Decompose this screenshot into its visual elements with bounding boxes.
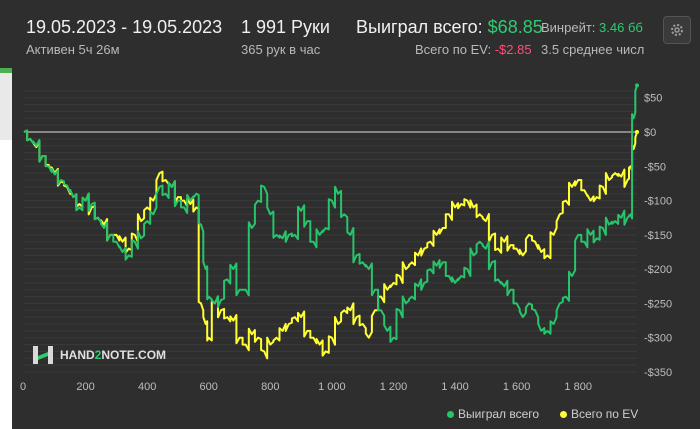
y-tick-label: -$150 <box>644 230 672 242</box>
y-tick-label: -$50 <box>644 161 666 173</box>
won-end-point <box>635 83 639 88</box>
y-tick-label: -$200 <box>644 264 672 276</box>
legend-ev-label: Всего по EV <box>571 407 639 421</box>
x-tick-label: 400 <box>138 381 156 393</box>
legend-won-marker <box>447 411 454 419</box>
legend-won-label: Выиграл всего <box>458 407 540 421</box>
x-tick-label: 1 200 <box>380 381 408 393</box>
y-tick-label: $0 <box>644 127 656 139</box>
y-tick-label: -$250 <box>644 298 672 310</box>
y-tick-label: -$100 <box>644 196 672 208</box>
y-tick-label: -$350 <box>644 367 672 379</box>
hand2note-logo-icon <box>33 346 53 364</box>
x-tick-label: 1 800 <box>564 381 592 393</box>
legend-won[interactable]: Выиграл всего <box>447 407 539 421</box>
x-tick-label: 1 600 <box>503 381 531 393</box>
legend-ev[interactable]: Всего по EV <box>560 407 638 421</box>
hand2note-logo-text: HAND2NOTE.COM <box>60 348 167 362</box>
x-tick-label: 800 <box>261 381 279 393</box>
x-tick-label: 200 <box>76 381 94 393</box>
x-tick-label: 1 000 <box>318 381 346 393</box>
x-tick-label: 1 400 <box>441 381 469 393</box>
window: 19.05.2023 - 19.05.2023 Активен 5ч 26м 1… <box>0 0 700 429</box>
ev-end-point <box>635 130 639 134</box>
y-tick-label: $50 <box>644 93 662 105</box>
hand2note-logo: HAND2NOTE.COM <box>32 344 166 366</box>
x-tick-label: 0 <box>20 381 26 393</box>
legend-ev-marker <box>560 411 567 419</box>
y-tick-label: -$300 <box>644 333 672 345</box>
x-tick-label: 600 <box>200 381 218 393</box>
